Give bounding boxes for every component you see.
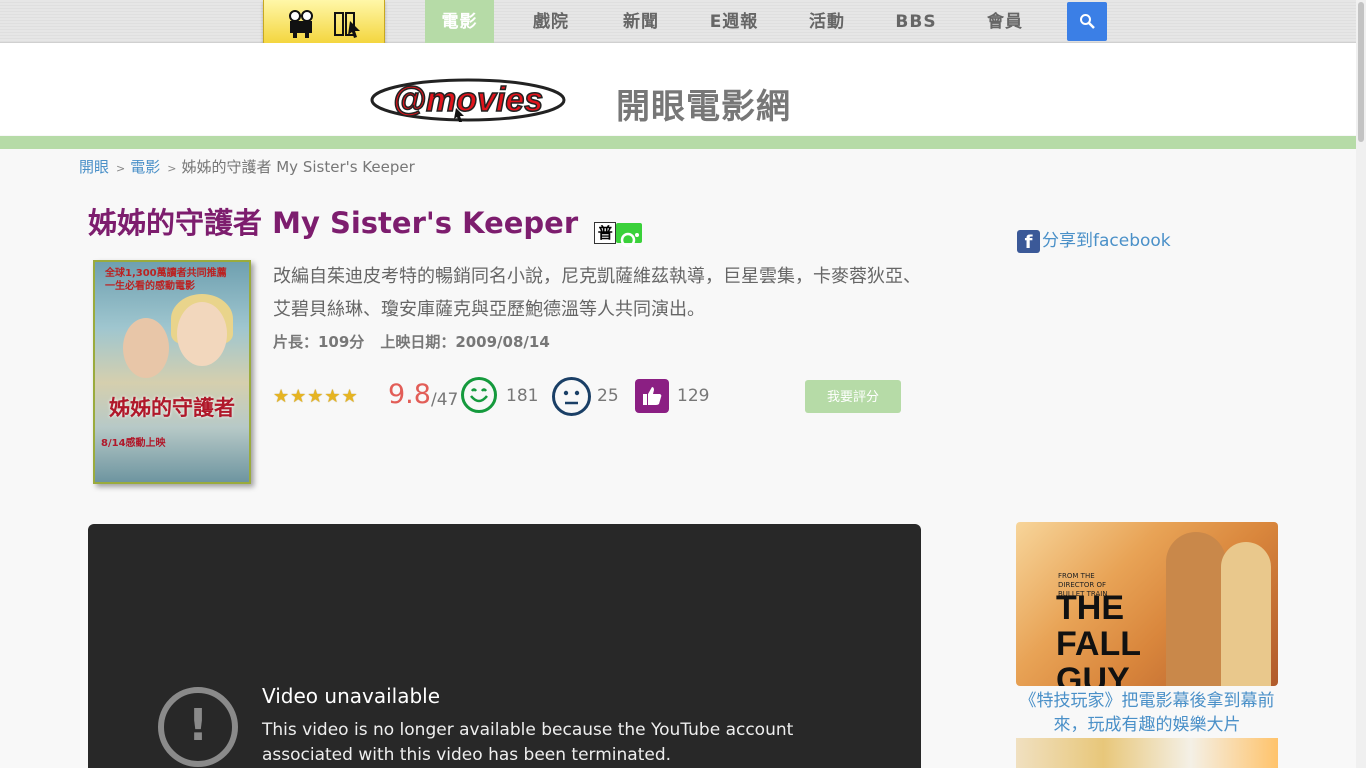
poster-figure <box>177 302 227 366</box>
svg-text:@movies: @movies <box>393 81 543 119</box>
video-unavailable-title: Video unavailable <box>262 684 441 708</box>
nav-tab-members[interactable]: 會員 <box>970 0 1040 42</box>
facebook-share-label: 分享到facebook <box>1042 231 1171 251</box>
nav-tab-theaters[interactable]: 戲院 <box>516 0 586 42</box>
nav-tab-news[interactable]: 新聞 <box>606 0 676 42</box>
poster-figure <box>123 318 169 378</box>
poster-tagline: 全球1,300萬讀者共同推薦 一生必看的感動電影 <box>105 268 227 292</box>
atmovies-logo[interactable]: @movies <box>370 78 566 122</box>
video-unavailable-message: This video is no longer available becaus… <box>262 720 794 765</box>
smile-face-icon[interactable] <box>461 377 497 413</box>
reel-cursor-icon <box>332 9 364 45</box>
neutral-face-icon[interactable] <box>552 377 591 416</box>
facebook-share-link[interactable]: f 分享到facebook <box>1017 226 1171 253</box>
breadcrumb-movies-link[interactable]: 電影 <box>130 158 160 176</box>
general-audience-icon <box>616 223 643 248</box>
sidebar-ad-caption-link[interactable]: 《特技玩家》把電影幕後拿到幕前來，玩成有趣的娛樂大片 <box>1016 689 1278 737</box>
sidebar-ad-image-2[interactable] <box>1016 738 1278 768</box>
thumbs-up-icon[interactable] <box>635 379 669 413</box>
star-rating: ★★★★★ <box>273 386 359 407</box>
site-name: 開眼電影網 <box>616 87 791 127</box>
nav-tab-events[interactable]: 活動 <box>792 0 862 42</box>
header-divider <box>0 136 1356 149</box>
ad-figure <box>1221 542 1271 686</box>
film-camera-icon <box>286 9 318 45</box>
page-scrollbar-thumb[interactable] <box>1358 2 1364 142</box>
nav-tab-eweekly[interactable]: E週報 <box>696 0 772 42</box>
page-title: 姊姊的守護者 My Sister's Keeper 普 <box>88 200 643 248</box>
movie-description: 改編自茱迪皮考特的暢銷同名小說，尼克凱薩維茲執導，巨星雲集，卡麥蓉狄亞、艾碧貝絲… <box>273 266 921 320</box>
movie-release-date: 上映日期：2009/08/14 <box>380 333 550 351</box>
film-rating-badge: 普 <box>594 214 643 248</box>
search-icon <box>1080 14 1095 29</box>
rating-score: 9.8 <box>388 379 431 410</box>
movie-poster[interactable]: 全球1,300萬讀者共同推薦 一生必看的感動電影 姊姊的守護者 8/14感動上映 <box>93 260 251 484</box>
breadcrumb: 開眼 > 電影 > 姊姊的守護者 My Sister's Keeper <box>79 156 415 177</box>
poster-date: 8/14感動上映 <box>101 438 166 449</box>
poster-title: 姊姊的守護者 <box>109 395 235 420</box>
nav-tab-bbs[interactable]: BBS <box>882 0 950 42</box>
facebook-icon: f <box>1017 229 1040 253</box>
rating-general-label: 普 <box>594 222 617 244</box>
breadcrumb-separator: > <box>167 162 177 175</box>
sidebar-ad-image[interactable]: FROM THE DIRECTOR OF BULLET TRAIN THE FA… <box>1016 522 1278 686</box>
nav-logo-button[interactable] <box>263 0 385 46</box>
alert-icon: ! <box>158 687 238 767</box>
movie-length: 片長：109分 <box>273 333 365 351</box>
rating-votes: /47 <box>431 390 459 410</box>
search-button[interactable] <box>1067 2 1107 41</box>
breadcrumb-current: 姊姊的守護者 My Sister's Keeper <box>181 158 415 176</box>
ad-movie-title: THE FALL GUY <box>1056 589 1141 686</box>
movie-meta: 片長：109分 上映日期：2009/08/14 <box>273 331 566 352</box>
top-nav-bar <box>0 0 1356 43</box>
ad-figure <box>1166 532 1226 686</box>
breadcrumb-home-link[interactable]: 開眼 <box>79 158 109 176</box>
neutral-count: 25 <box>597 386 619 406</box>
movie-title: 姊姊的守護者 My Sister's Keeper <box>88 206 579 240</box>
rate-movie-button[interactable]: 我要評分 <box>805 380 901 413</box>
good-count: 181 <box>506 386 539 406</box>
breadcrumb-separator: > <box>116 162 126 175</box>
like-count: 129 <box>677 386 710 406</box>
